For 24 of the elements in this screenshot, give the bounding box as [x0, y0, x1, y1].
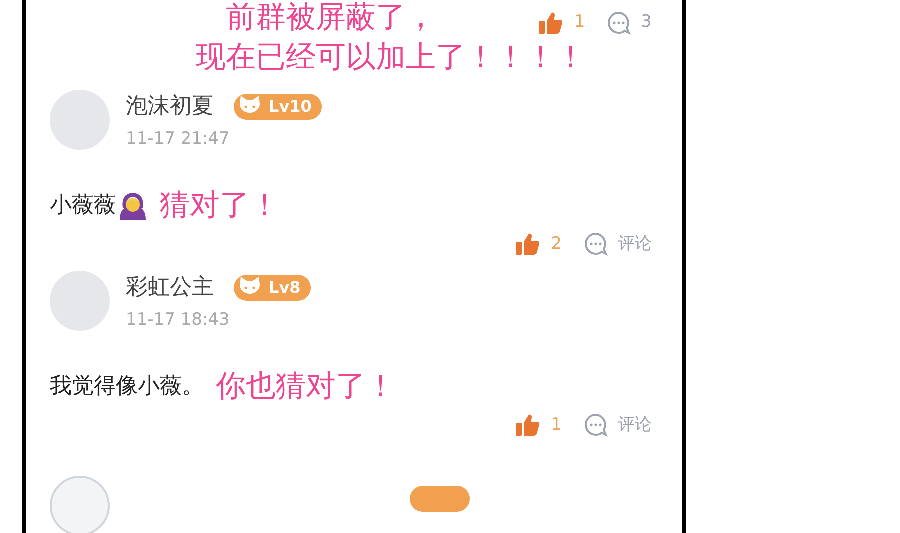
thumbs-up-icon [515, 232, 542, 256]
comment-time: 11-17 21:47 [126, 128, 231, 151]
annotation-text: 前群被屏蔽了， [226, 0, 436, 36]
like-button[interactable]: 2 [515, 232, 562, 257]
comment-time: 11-17 18:43 [126, 309, 231, 332]
level-badge: Lv8 [234, 274, 311, 300]
comment-button[interactable]: 评论 [584, 232, 652, 257]
comment-icon [584, 232, 608, 256]
comment-icon [607, 10, 632, 35]
thumbs-up-icon [515, 413, 542, 438]
comment-button[interactable]: 3 [607, 10, 652, 36]
comment-button[interactable]: 评论 [584, 412, 652, 438]
comment-icon [584, 413, 608, 438]
username[interactable]: 泡沫初夏 [126, 90, 214, 123]
annotation-text: 现在已经可以加上了！！！！ [196, 40, 587, 76]
comment-text: 小薇薇 [50, 192, 116, 220]
like-button[interactable]: 1 [538, 10, 586, 36]
like-button[interactable]: 1 [515, 412, 562, 438]
thumbs-up-icon [538, 10, 564, 35]
username[interactable]: 彩虹公主 [126, 271, 214, 304]
comment-text: 我觉得像小薇。 [50, 372, 204, 400]
annotation-text: 猜对了！ [160, 186, 280, 224]
annotation-text: 你也猜对了！ [216, 368, 396, 406]
level-badge: Lv10 [234, 94, 322, 120]
